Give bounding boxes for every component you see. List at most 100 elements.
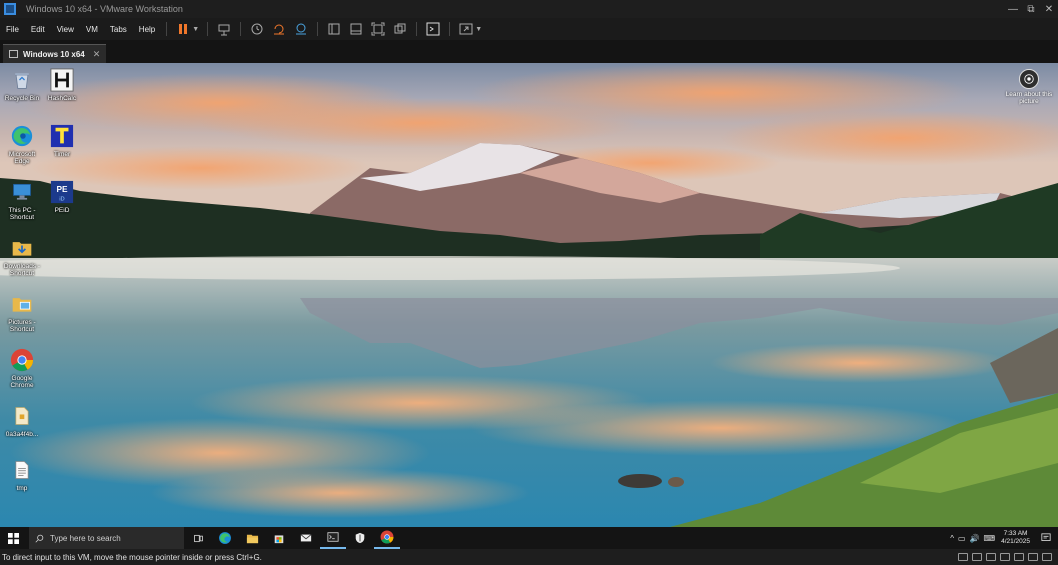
recycle-bin-icon [9, 67, 35, 93]
security-icon[interactable] [347, 527, 373, 549]
guest-taskbar: Type here to search ^ ▭ 🔊 ⌨ 7:33 AM 4/21… [0, 527, 1058, 549]
store-icon[interactable] [266, 527, 292, 549]
file-icon [9, 403, 35, 429]
message-log-icon[interactable] [1042, 553, 1052, 561]
toolbar-separator [240, 22, 242, 36]
keyboard-icon[interactable]: ⌨ [984, 534, 996, 543]
send-keys-icon[interactable] [215, 20, 233, 38]
chrome-icon [9, 347, 35, 373]
desktop-icon-recycle-bin[interactable]: Recycle Bin [0, 67, 44, 102]
desktop-icon-label: 0a3a4f4b... [5, 431, 39, 438]
desktop-icon-timer[interactable]: Timer [40, 123, 84, 158]
terminal-icon[interactable] [320, 527, 346, 549]
tab-label: Windows 10 x64 [23, 49, 85, 59]
downloads-icon [9, 235, 35, 261]
desktop-icon-this-pc[interactable]: This PC - Shortcut [0, 179, 44, 221]
vmware-window: Windows 10 x64 - VMware Workstation — ⧉ … [0, 0, 1058, 565]
menu-toolbar: File Edit View VM Tabs Help ▼ ▼ [0, 18, 1058, 40]
status-message: To direct input to this VM, move the mou… [2, 552, 262, 562]
desktop-icon-peid[interactable]: PE iD PEiD [40, 179, 84, 214]
desktop-icon-tmp[interactable]: tmp [0, 457, 44, 492]
desktop-icon-label: Microsoft Edge [8, 151, 36, 165]
timer-icon [49, 123, 75, 149]
wallpaper-image [0, 63, 1058, 527]
file-explorer-icon[interactable] [239, 527, 265, 549]
desktop-icon-label: HashCalc [47, 95, 77, 102]
thumbnail-bar-icon[interactable] [347, 20, 365, 38]
desktop-icon-hashcalc[interactable]: HashCalc [40, 67, 84, 102]
taskbar-search-input[interactable]: Type here to search [29, 527, 184, 549]
network-icon[interactable]: ▭ [958, 534, 966, 543]
taskbar-clock[interactable]: 7:33 AM 4/21/2025 [1001, 530, 1030, 546]
vm-tab-strip: Windows 10 x64 ✕ [0, 40, 1058, 63]
text-file-icon [9, 457, 35, 483]
stretch-icon[interactable] [457, 20, 475, 38]
show-library-icon[interactable] [325, 20, 343, 38]
windows-start-icon[interactable] [0, 527, 26, 549]
menu-view[interactable]: View [51, 18, 80, 40]
full-screen-icon[interactable] [369, 20, 387, 38]
menu-vm[interactable]: VM [80, 18, 104, 40]
menu-help[interactable]: Help [133, 18, 161, 40]
network-adapter-icon[interactable] [986, 553, 996, 561]
desktop-icon-label: PEiD [54, 207, 70, 214]
desktop-icon-label: Pictures - Shortcut [8, 319, 36, 333]
restore-button[interactable]: ⧉ [1022, 0, 1040, 18]
volume-icon[interactable]: 🔊 [970, 534, 980, 543]
device-status-icons [956, 553, 1054, 561]
snapshot-manager-icon[interactable] [292, 20, 310, 38]
desktop-icon-label: Recycle Bin [4, 95, 40, 102]
cd-dvd-icon[interactable] [972, 553, 982, 561]
snapshot-icon[interactable] [248, 20, 266, 38]
menu-edit[interactable]: Edit [25, 18, 51, 40]
svg-text:iD: iD [59, 196, 64, 202]
taskbar-chrome-icon[interactable] [374, 527, 400, 549]
vm-tab-icon [9, 50, 18, 58]
task-view-icon[interactable] [185, 527, 211, 549]
revert-snapshot-icon[interactable] [270, 20, 288, 38]
toolbar-separator [449, 22, 451, 36]
vmware-status-bar: To direct input to this VM, move the mou… [0, 549, 1058, 565]
pause-dropdown-icon[interactable]: ▼ [192, 26, 199, 33]
stretch-dropdown-icon[interactable]: ▼ [475, 26, 482, 33]
search-icon [35, 534, 44, 543]
guest-desktop[interactable]: Recycle Bin HashCalc Microsoft Edge Time… [0, 63, 1058, 527]
learn-about-picture[interactable]: Learn about this picture [1004, 69, 1054, 105]
pictures-icon [9, 291, 35, 317]
window-controls: — ⧉ ✕ [1004, 0, 1058, 18]
desktop-icon-label: Timer [53, 151, 71, 158]
tab-close-icon[interactable]: ✕ [93, 49, 101, 60]
search-placeholder: Type here to search [50, 533, 121, 543]
taskbar-edge-icon[interactable] [212, 527, 238, 549]
usb-icon[interactable] [1000, 553, 1010, 561]
hard-disk-icon[interactable] [958, 553, 968, 561]
desktop-icon-downloads[interactable]: Downloads - Shortcut [0, 235, 44, 277]
title-bar: Windows 10 x64 - VMware Workstation — ⧉ … [0, 0, 1058, 18]
menu-tabs[interactable]: Tabs [104, 18, 133, 40]
notification-icon[interactable] [1038, 527, 1054, 549]
tray-overflow-icon[interactable]: ^ [950, 534, 954, 543]
system-tray: ^ ▭ 🔊 ⌨ 7:33 AM 4/21/2025 [948, 527, 1058, 549]
minimize-button[interactable]: — [1004, 0, 1022, 18]
toolbar-separator [416, 22, 418, 36]
sound-card-icon[interactable] [1014, 553, 1024, 561]
hashcalc-icon [49, 67, 75, 93]
desktop-icon-label: Google Chrome [10, 375, 34, 389]
this-pc-icon [9, 179, 35, 205]
unity-icon[interactable] [391, 20, 409, 38]
display-icon[interactable] [1028, 553, 1038, 561]
edge-icon [9, 123, 35, 149]
desktop-icon-microsoft-edge[interactable]: Microsoft Edge [0, 123, 44, 165]
menu-file[interactable]: File [0, 18, 25, 40]
desktop-icon-file[interactable]: 0a3a4f4b... [0, 403, 44, 438]
desktop-icon-google-chrome[interactable]: Google Chrome [0, 347, 44, 389]
vmware-logo-icon [4, 3, 16, 15]
tab-windows-10-x64[interactable]: Windows 10 x64 ✕ [3, 44, 107, 63]
pause-icon[interactable] [174, 20, 192, 38]
close-button[interactable]: ✕ [1040, 0, 1058, 18]
mail-icon[interactable] [293, 527, 319, 549]
console-view-icon[interactable] [424, 20, 442, 38]
clock-date: 4/21/2025 [1001, 538, 1030, 545]
desktop-icon-pictures[interactable]: Pictures - Shortcut [0, 291, 44, 333]
svg-text:PE: PE [56, 184, 68, 194]
